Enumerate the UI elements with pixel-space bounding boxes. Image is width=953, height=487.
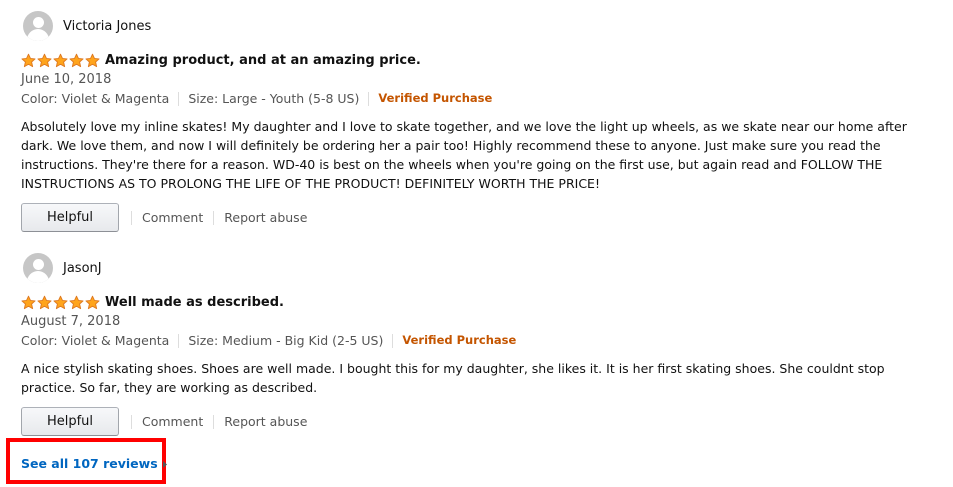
divider: [178, 91, 180, 106]
review-actions: Helpful Comment Report abuse: [21, 407, 926, 436]
divider: [131, 210, 132, 225]
star-icon: [21, 53, 36, 67]
review-body: A nice stylish skating shoes. Shoes are …: [21, 361, 885, 395]
reviewer-profile[interactable]: JasonJ: [21, 252, 926, 284]
star-icon: [85, 295, 100, 309]
divider: [392, 333, 394, 348]
review-date: August 7, 2018: [21, 314, 121, 329]
report-abuse-link[interactable]: Report abuse: [224, 210, 307, 225]
star-rating[interactable]: [21, 295, 100, 310]
verified-purchase-badge[interactable]: Verified Purchase: [378, 90, 492, 107]
size-variant: Size: Large - Youth (5-8 US): [188, 91, 360, 106]
review-card: JasonJ Well made as described. August 7,…: [21, 252, 926, 436]
review-title[interactable]: Amazing product, and at an amazing price…: [105, 53, 421, 68]
star-icon: [21, 295, 36, 309]
divider: [213, 210, 215, 225]
star-icon: [53, 53, 68, 67]
helpful-button[interactable]: Helpful: [21, 407, 119, 436]
reviewer-name[interactable]: JasonJ: [63, 261, 102, 276]
star-icon: [53, 295, 68, 309]
divider: [213, 414, 215, 429]
review-title[interactable]: Well made as described.: [105, 295, 284, 310]
see-all-reviews-label[interactable]: See all 107 reviews: [21, 456, 158, 471]
comment-link[interactable]: Comment: [142, 210, 203, 225]
see-all-reviews-link[interactable]: See all 107 reviews: [21, 456, 167, 471]
star-icon: [69, 53, 84, 67]
size-variant: Size: Medium - Big Kid (2-5 US): [188, 333, 384, 348]
reviewer-profile[interactable]: Victoria Jones: [21, 10, 926, 42]
helpful-button[interactable]: Helpful: [21, 203, 119, 232]
color-variant[interactable]: Color: Violet & Magenta: [21, 90, 169, 107]
divider: [131, 414, 132, 429]
star-icon: [37, 53, 52, 67]
review-meta: Color: Violet & Magenta Size: Medium - B…: [21, 332, 926, 349]
avatar[interactable]: [23, 11, 53, 41]
star-rating[interactable]: [21, 53, 100, 68]
review-body: Absolutely love my inline skates! My dau…: [21, 119, 907, 191]
star-icon: [37, 295, 52, 309]
review-header: Well made as described.: [21, 293, 926, 311]
review-meta: Color: Violet & Magenta Size: Large - Yo…: [21, 90, 926, 107]
review-date: June 10, 2018: [21, 72, 112, 87]
reviewer-name[interactable]: Victoria Jones: [63, 19, 151, 34]
color-variant[interactable]: Color: Violet & Magenta: [21, 332, 169, 349]
comment-link[interactable]: Comment: [142, 414, 203, 429]
review-header: Amazing product, and at an amazing price…: [21, 51, 926, 69]
chevron-right-icon: [162, 456, 167, 471]
verified-purchase-badge[interactable]: Verified Purchase: [402, 332, 516, 349]
star-icon: [69, 295, 84, 309]
star-icon: [85, 53, 100, 67]
review-card: Victoria Jones Amazing product, and at a…: [21, 10, 926, 232]
divider: [178, 333, 180, 348]
report-abuse-link[interactable]: Report abuse: [224, 414, 307, 429]
review-actions: Helpful Comment Report abuse: [21, 203, 926, 232]
avatar[interactable]: [23, 253, 53, 283]
divider: [368, 91, 370, 106]
